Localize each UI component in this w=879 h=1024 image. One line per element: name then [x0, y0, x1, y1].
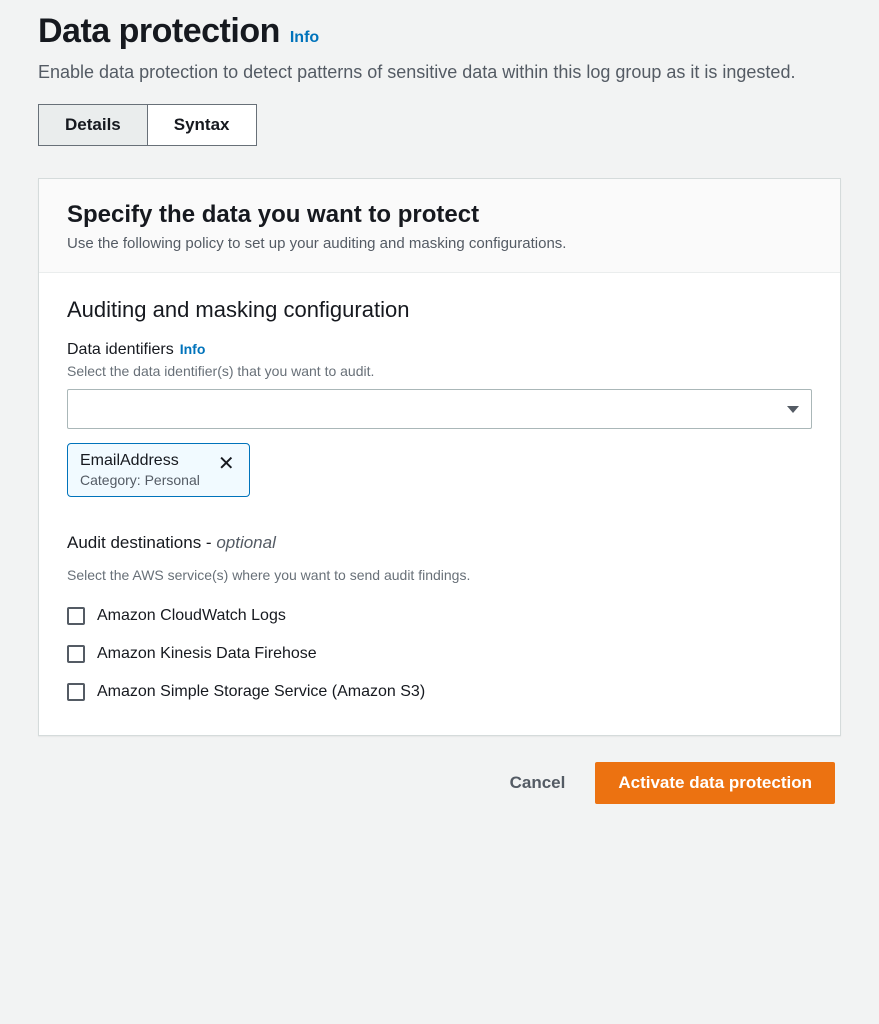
close-icon[interactable]: ✕	[214, 452, 239, 476]
activate-button[interactable]: Activate data protection	[595, 762, 835, 804]
panel-title: Specify the data you want to protect	[67, 201, 812, 229]
data-identifiers-info-link[interactable]: Info	[180, 341, 206, 357]
page-description: Enable data protection to detect pattern…	[38, 59, 818, 86]
page-info-link[interactable]: Info	[290, 29, 319, 47]
page-title: Data protection	[38, 12, 280, 51]
checkbox-icon	[67, 645, 85, 663]
destination-label: Amazon Kinesis Data Firehose	[97, 645, 317, 663]
tab-syntax[interactable]: Syntax	[148, 104, 257, 146]
chevron-down-icon	[787, 406, 799, 413]
panel-subtitle: Use the following policy to set up your …	[67, 235, 812, 252]
destination-option-cloudwatch[interactable]: Amazon CloudWatch Logs	[67, 607, 812, 625]
data-identifier-token: EmailAddress Category: Personal ✕	[67, 443, 250, 497]
destination-label: Amazon CloudWatch Logs	[97, 607, 286, 625]
checkbox-icon	[67, 683, 85, 701]
destination-label: Amazon Simple Storage Service (Amazon S3…	[97, 683, 425, 701]
token-category: Category: Personal	[80, 472, 200, 488]
data-identifiers-select[interactable]	[67, 389, 812, 429]
checkbox-icon	[67, 607, 85, 625]
tabs: Details Syntax	[38, 104, 841, 146]
tab-details[interactable]: Details	[38, 104, 148, 146]
cancel-button[interactable]: Cancel	[504, 763, 572, 803]
data-identifiers-label: Data identifiers	[67, 341, 174, 359]
token-name: EmailAddress	[80, 452, 200, 470]
policy-panel: Specify the data you want to protect Use…	[38, 178, 841, 736]
destination-option-s3[interactable]: Amazon Simple Storage Service (Amazon S3…	[67, 683, 812, 701]
data-identifiers-help: Select the data identifier(s) that you w…	[67, 363, 812, 379]
audit-section-title: Auditing and masking configuration	[67, 297, 812, 323]
audit-destinations-label: Audit destinations - optional	[67, 533, 812, 553]
audit-destinations-help: Select the AWS service(s) where you want…	[67, 567, 812, 583]
destination-option-firehose[interactable]: Amazon Kinesis Data Firehose	[67, 645, 812, 663]
